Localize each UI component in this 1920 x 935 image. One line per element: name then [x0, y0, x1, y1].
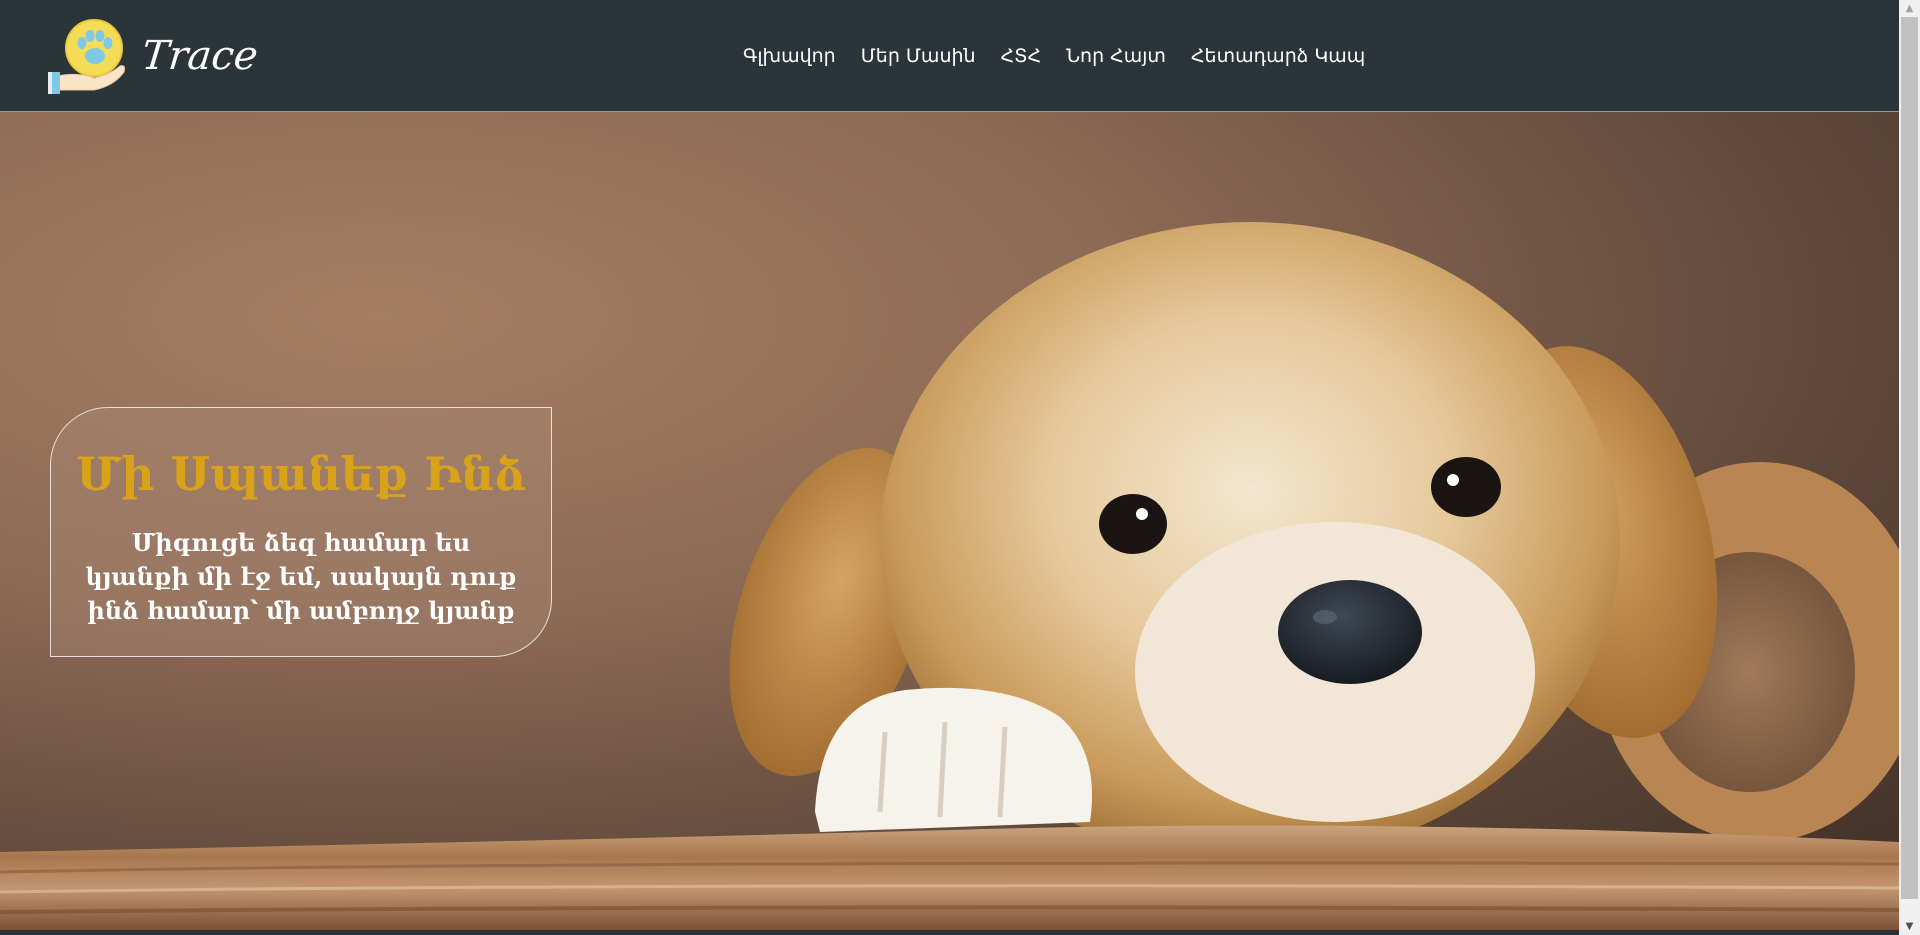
paw-in-hand-icon — [48, 16, 132, 96]
nav-item-home[interactable]: Գլխավոր — [743, 44, 836, 68]
hero-text: Միգուցե ձեզ համար ես կյանքի մի էջ եմ, սա… — [85, 528, 517, 625]
site-header: Trace Գլխավոր Մեր Մասին ՀՏՀ Նոր Հայտ Հետ… — [0, 0, 1899, 112]
page-bottom-strip — [0, 930, 1899, 935]
hero-section: Մի Սպանեք Ինձ Միգուցե ձեզ համար ես կյանք… — [0, 112, 1899, 930]
hero-title: Մի Սպանեք Ինձ — [76, 447, 526, 501]
hero-card: Մի Սպանեք Ինձ Միգուցե ձեզ համար ես կյանք… — [50, 407, 552, 657]
nav-item-about[interactable]: Մեր Մասին — [861, 44, 976, 68]
logo-text: Trace — [139, 33, 261, 79]
scrollbar-thumb[interactable] — [1901, 17, 1918, 899]
nav-item-faq[interactable]: ՀՏՀ — [1001, 44, 1042, 68]
vertical-scrollbar[interactable]: ▲ ▼ — [1899, 0, 1920, 935]
logo-link[interactable]: Trace — [48, 16, 260, 96]
nav-item-new-request[interactable]: Նոր Հայտ — [1066, 44, 1166, 68]
arrow-up-icon[interactable]: ▲ — [1899, 0, 1920, 17]
page: Trace Գլխավոր Մեր Մասին ՀՏՀ Նոր Հայտ Հետ… — [0, 0, 1920, 935]
arrow-down-icon[interactable]: ▼ — [1899, 918, 1920, 935]
main-nav: Գլխավոր Մեր Մասին ՀՏՀ Նոր Հայտ Հետադարձ … — [743, 44, 1390, 68]
nav-item-contact[interactable]: Հետադարձ Կապ — [1191, 44, 1365, 68]
